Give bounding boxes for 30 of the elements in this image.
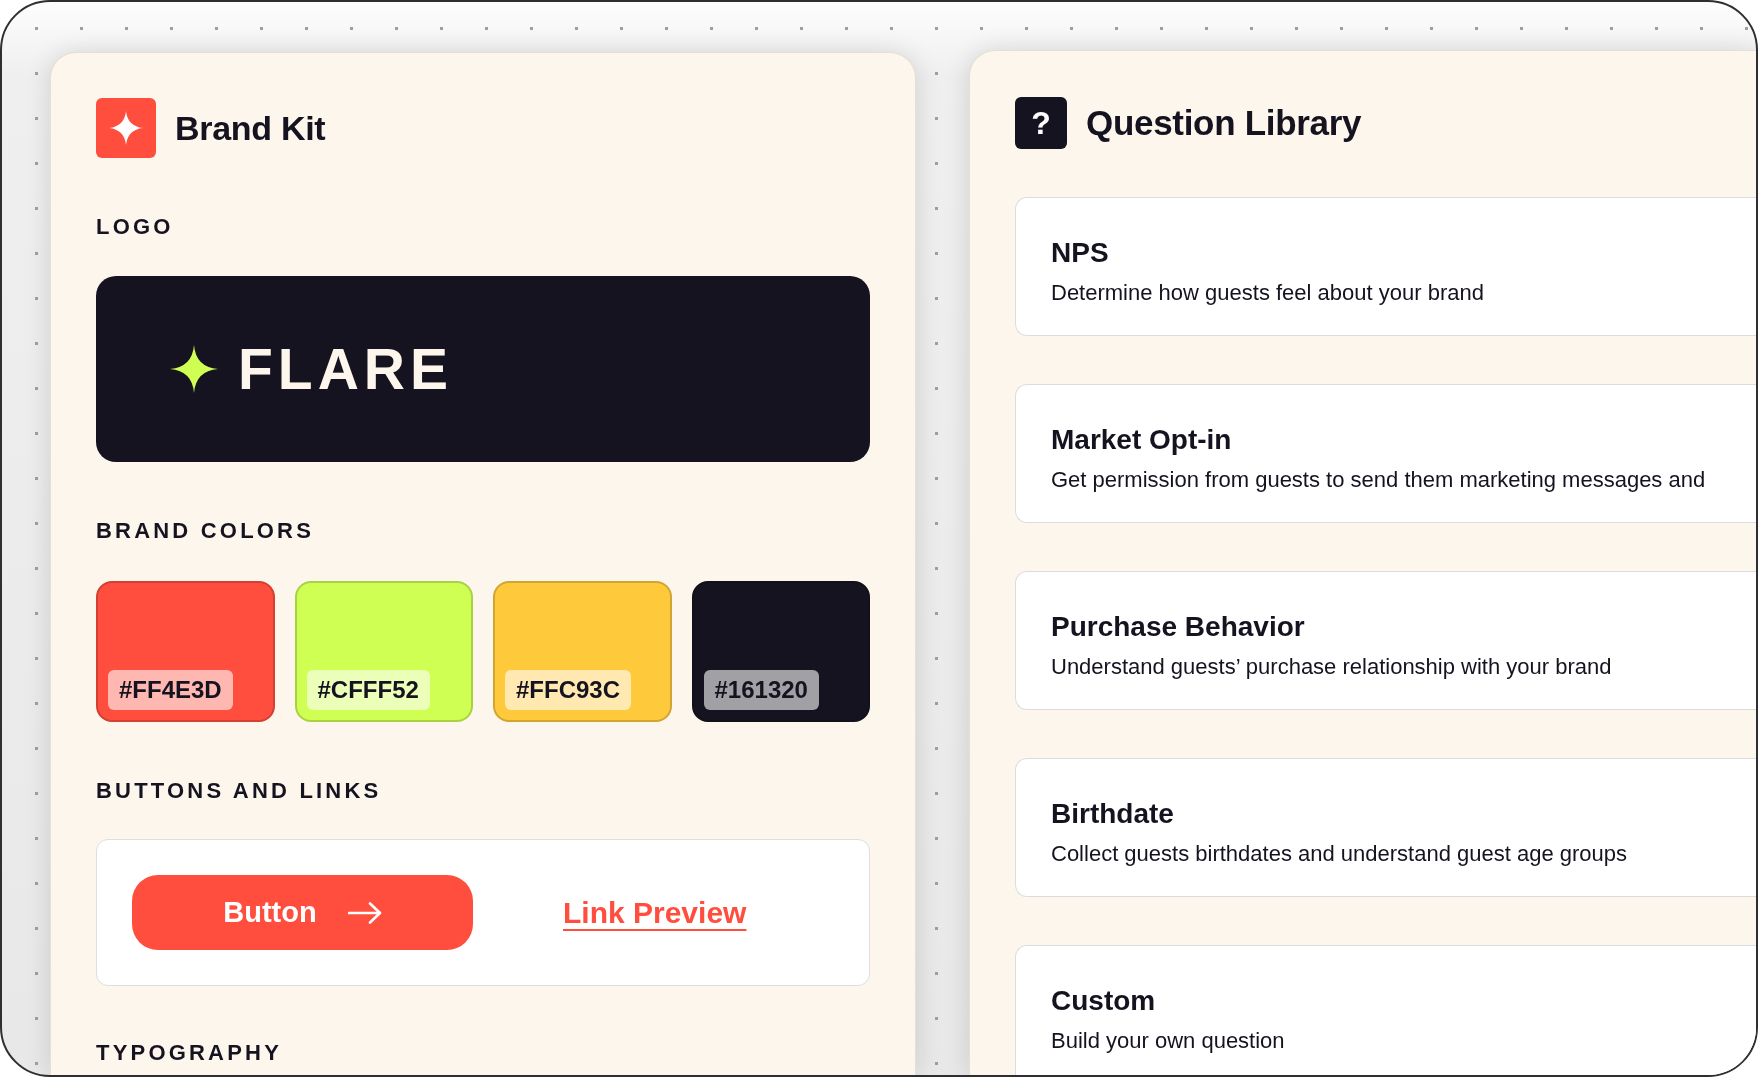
- question-mark-icon: ?: [1015, 97, 1067, 149]
- panel-title: Brand Kit: [175, 107, 326, 149]
- question-description: Determine how guests feel about your brand: [1051, 279, 1485, 307]
- sparkle-icon: [96, 98, 156, 158]
- question-title: Custom: [1051, 984, 1157, 1018]
- section-heading: BUTTONS AND LINKS: [96, 778, 383, 804]
- section-heading: TYPOGRAPHY: [96, 1040, 284, 1066]
- question-card[interactable]: Birthdate Collect guests birthdates and understand guest age groups: [1015, 758, 1756, 897]
- question-title: Market Opt-in: [1051, 423, 1233, 457]
- question-card[interactable]: Market Opt-in Get permission from guests to send them marketing messages and: [1015, 384, 1756, 523]
- hex-code-label: #FFC93C: [505, 670, 632, 710]
- question-description: Collect guests birthdates and understand guest age groups: [1051, 840, 1629, 868]
- question-description: Build your own question: [1051, 1027, 1286, 1055]
- hex-code-label: #CFFF52: [306, 670, 430, 710]
- question-title: Birthdate: [1051, 797, 1175, 831]
- question-description: Understand guests’ purchase relationship with your brand: [1051, 653, 1613, 681]
- question-card[interactable]: Custom Build your own question: [1015, 945, 1756, 1075]
- hex-code-label: #161320: [703, 670, 819, 710]
- question-title: Purchase Behavior: [1051, 610, 1306, 644]
- question-card[interactable]: NPS Determine how guests feel about your brand: [1015, 197, 1756, 336]
- logo-wordmark: FLARE: [238, 340, 453, 398]
- section-heading: BRAND COLORS: [96, 518, 316, 544]
- panel-title: Question Library: [1086, 102, 1362, 144]
- question-title: NPS: [1051, 236, 1110, 270]
- question-card[interactable]: Purchase Behavior Understand guests’ purchase relationship with your brand: [1015, 571, 1756, 710]
- section-heading: LOGO: [96, 214, 175, 240]
- hex-code-label: #FF4E3D: [108, 670, 233, 710]
- question-description: Get permission from guests to send them marketing messages and: [1051, 466, 1707, 494]
- sparkle-icon: [170, 345, 218, 393]
- arrow-right-icon: [347, 901, 382, 924]
